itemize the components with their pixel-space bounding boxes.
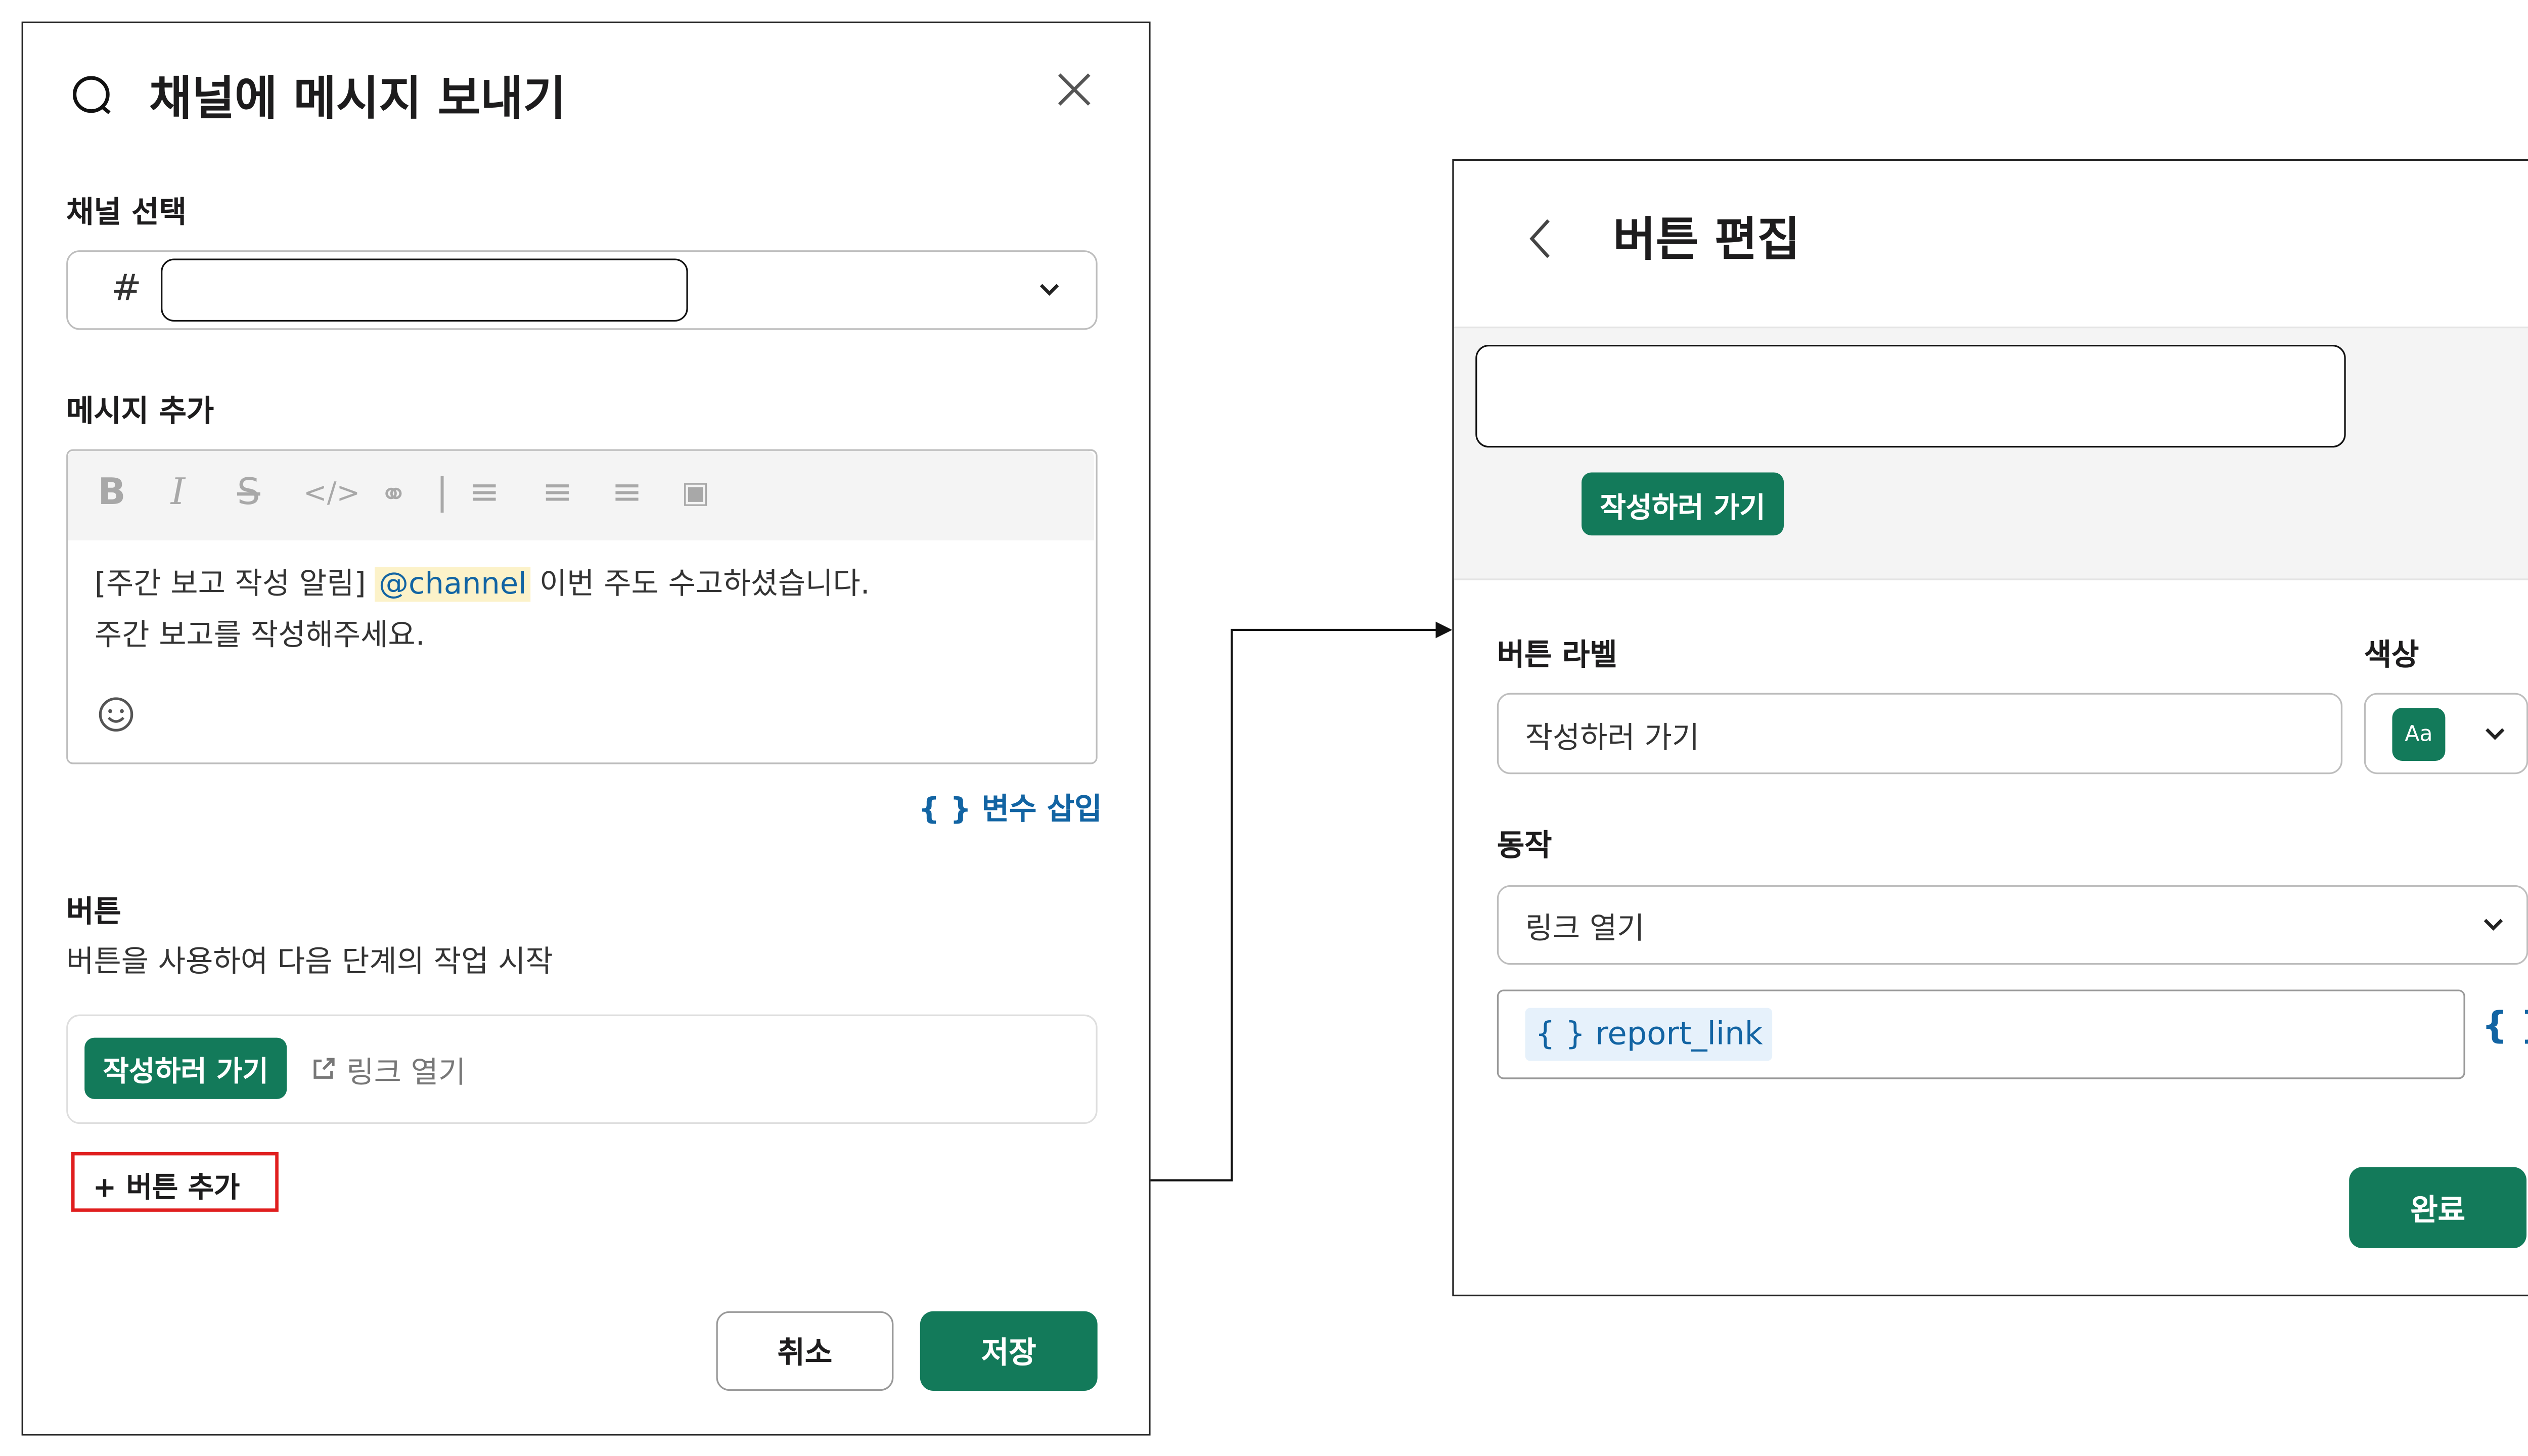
channel-input[interactable] [161,258,688,322]
strikethrough-icon[interactable]: S [237,473,260,514]
mention-channel[interactable]: @channel [375,567,530,602]
back-chevron-icon[interactable] [1527,217,1553,260]
blockquote-icon[interactable]: ≡ [612,473,642,514]
link-url-input[interactable]: { } report_link [1497,989,2465,1079]
channel-select[interactable]: # [66,250,1098,330]
bold-icon[interactable]: B [98,473,125,514]
button-label-value: 작성하러 가기 [1525,721,1700,756]
dialog-title: 버튼 편집 [1613,212,1800,267]
button-chip[interactable]: 작성하러 가기 [84,1037,287,1099]
close-icon[interactable] [1054,70,1094,110]
button-section-desc: 버튼을 사용하여 다음 단계의 작업 시작 [66,944,553,980]
hash-icon: # [111,268,142,310]
add-button[interactable]: + 버튼 추가 [93,1164,240,1205]
save-button[interactable]: 저장 [920,1311,1098,1391]
search-icon [70,73,116,119]
insert-variable-icon[interactable]: { } [2482,1006,2528,1048]
button-label-title: 버튼 라벨 [1497,638,1617,673]
code-block-icon[interactable]: ▣ [682,474,710,514]
message-label: 메시지 추가 [66,394,214,430]
variable-chip[interactable]: { } report_link [1525,1008,1773,1061]
button-chip-action: 링크 열기 [346,1056,466,1091]
insert-variable-link[interactable]: { } 변수 삽입 [919,786,1102,829]
channel-label: 채널 선택 [66,195,187,231]
button-list: 작성하러 가기 링크 열기 [66,1014,1098,1124]
preview-input[interactable] [1475,345,2346,448]
color-select[interactable]: Aa [2364,693,2528,775]
color-title: 색상 [2364,638,2419,673]
action-title: 동작 [1497,829,1552,864]
ordered-list-icon[interactable]: ≡ [469,473,500,514]
formatting-toolbar: B I S </> ⚭ | ≡ ≡ ≡ ▣ [68,450,1095,540]
preview-button: 작성하러 가기 [1582,472,1784,536]
message-text: [주간 보고 작성 알림] [94,567,376,602]
edit-button-dialog: 버튼 편집 작성하러 가기 버튼 라벨 색상 작성하러 가기 Aa 동작 링크 … [1452,159,2528,1297]
message-line-1: [주간 보고 작성 알림] @channel 이번 주도 수고하셨습니다. [95,560,870,603]
message-editor[interactable]: B I S </> ⚭ | ≡ ≡ ≡ ▣ [주간 보고 작성 알림] @cha… [66,449,1098,764]
send-message-dialog: 채널에 메시지 보내기 채널 선택 # 메시지 추가 B I S </> ⚭ |… [21,21,1151,1436]
code-icon[interactable]: </> [303,474,360,514]
button-label-input[interactable]: 작성하러 가기 [1497,693,2343,775]
done-button[interactable]: 완료 [2349,1167,2527,1249]
cancel-button[interactable]: 취소 [716,1311,894,1391]
action-value: 링크 열기 [1525,912,1645,947]
message-line-2: 주간 보고를 작성해주세요. [94,618,425,653]
italic-icon[interactable]: I [171,473,186,514]
action-select[interactable]: 링크 열기 [1497,885,2528,965]
chevron-down-icon [2480,912,2506,938]
color-swatch: Aa [2392,708,2446,761]
toolbar-divider: | [436,472,448,514]
chevron-down-icon [1036,277,1062,303]
button-preview-area: 작성하러 가기 [1454,326,2528,580]
emoji-icon[interactable] [98,696,134,733]
message-text: 이번 주도 수고하셨습니다. [530,567,870,602]
link-icon[interactable]: ⚭ [380,474,408,514]
dialog-title: 채널에 메시지 보내기 [149,71,566,126]
button-section-title: 버튼 [66,895,121,930]
chevron-down-icon [2482,721,2508,747]
bullet-list-icon[interactable]: ≡ [542,473,572,514]
external-link-icon [310,1056,336,1082]
